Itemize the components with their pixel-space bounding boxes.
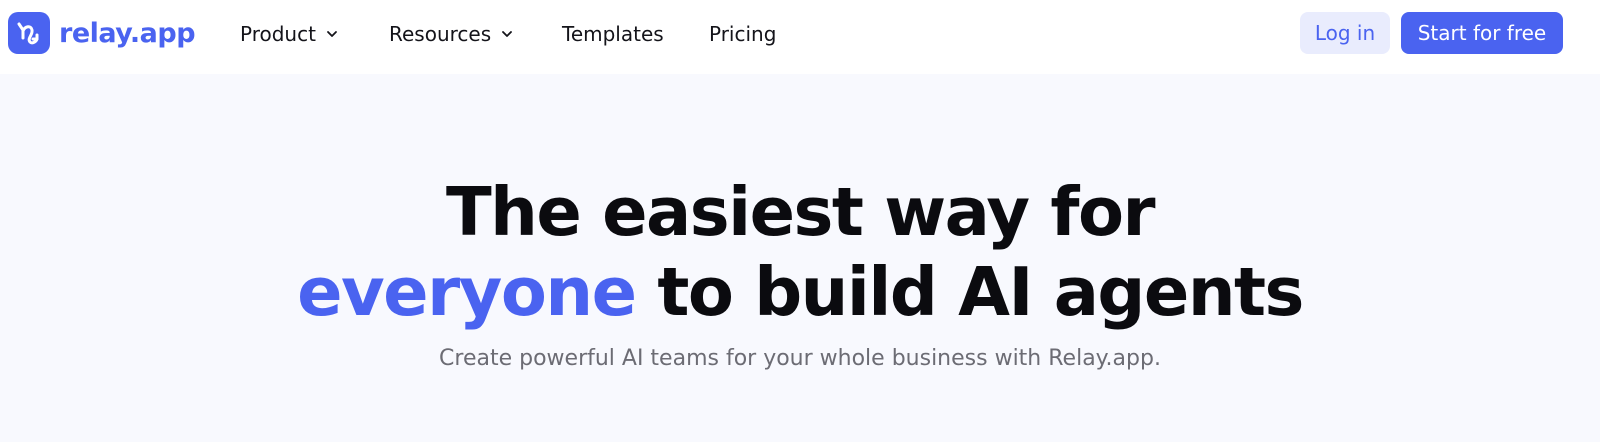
login-button[interactable]: Log in bbox=[1300, 12, 1390, 54]
nav-product-label: Product bbox=[240, 22, 316, 46]
chevron-down-icon bbox=[500, 27, 514, 41]
hero-subtitle: Create powerful AI teams for your whole … bbox=[439, 346, 1161, 371]
brand-name: relay.app bbox=[59, 17, 196, 49]
hero-headline-line1: The easiest way for bbox=[445, 173, 1156, 251]
hero-headline-rest: to build AI agents bbox=[635, 253, 1304, 331]
hero-headline-line2: everyone to build AI agents bbox=[0, 252, 1600, 332]
hero-headline: The easiest way for everyone to build AI… bbox=[0, 172, 1600, 332]
relay-logo-link[interactable]: relay.app bbox=[8, 12, 196, 54]
hero-headline-accent: everyone bbox=[297, 253, 637, 331]
start-for-free-button[interactable]: Start for free bbox=[1401, 12, 1563, 54]
nav-resources[interactable]: Resources bbox=[389, 19, 514, 49]
nav-product[interactable]: Product bbox=[240, 19, 339, 49]
nav-pricing-label: Pricing bbox=[709, 22, 777, 46]
nav-templates-label: Templates bbox=[562, 22, 664, 46]
nav-templates[interactable]: Templates bbox=[562, 19, 664, 49]
nav-resources-label: Resources bbox=[389, 22, 492, 46]
relay-logo-icon bbox=[8, 12, 50, 54]
nav-pricing[interactable]: Pricing bbox=[709, 19, 776, 49]
top-navigation-bar: relay.app Product Resources Templates Pr… bbox=[0, 0, 1600, 74]
chevron-down-icon bbox=[325, 27, 339, 41]
